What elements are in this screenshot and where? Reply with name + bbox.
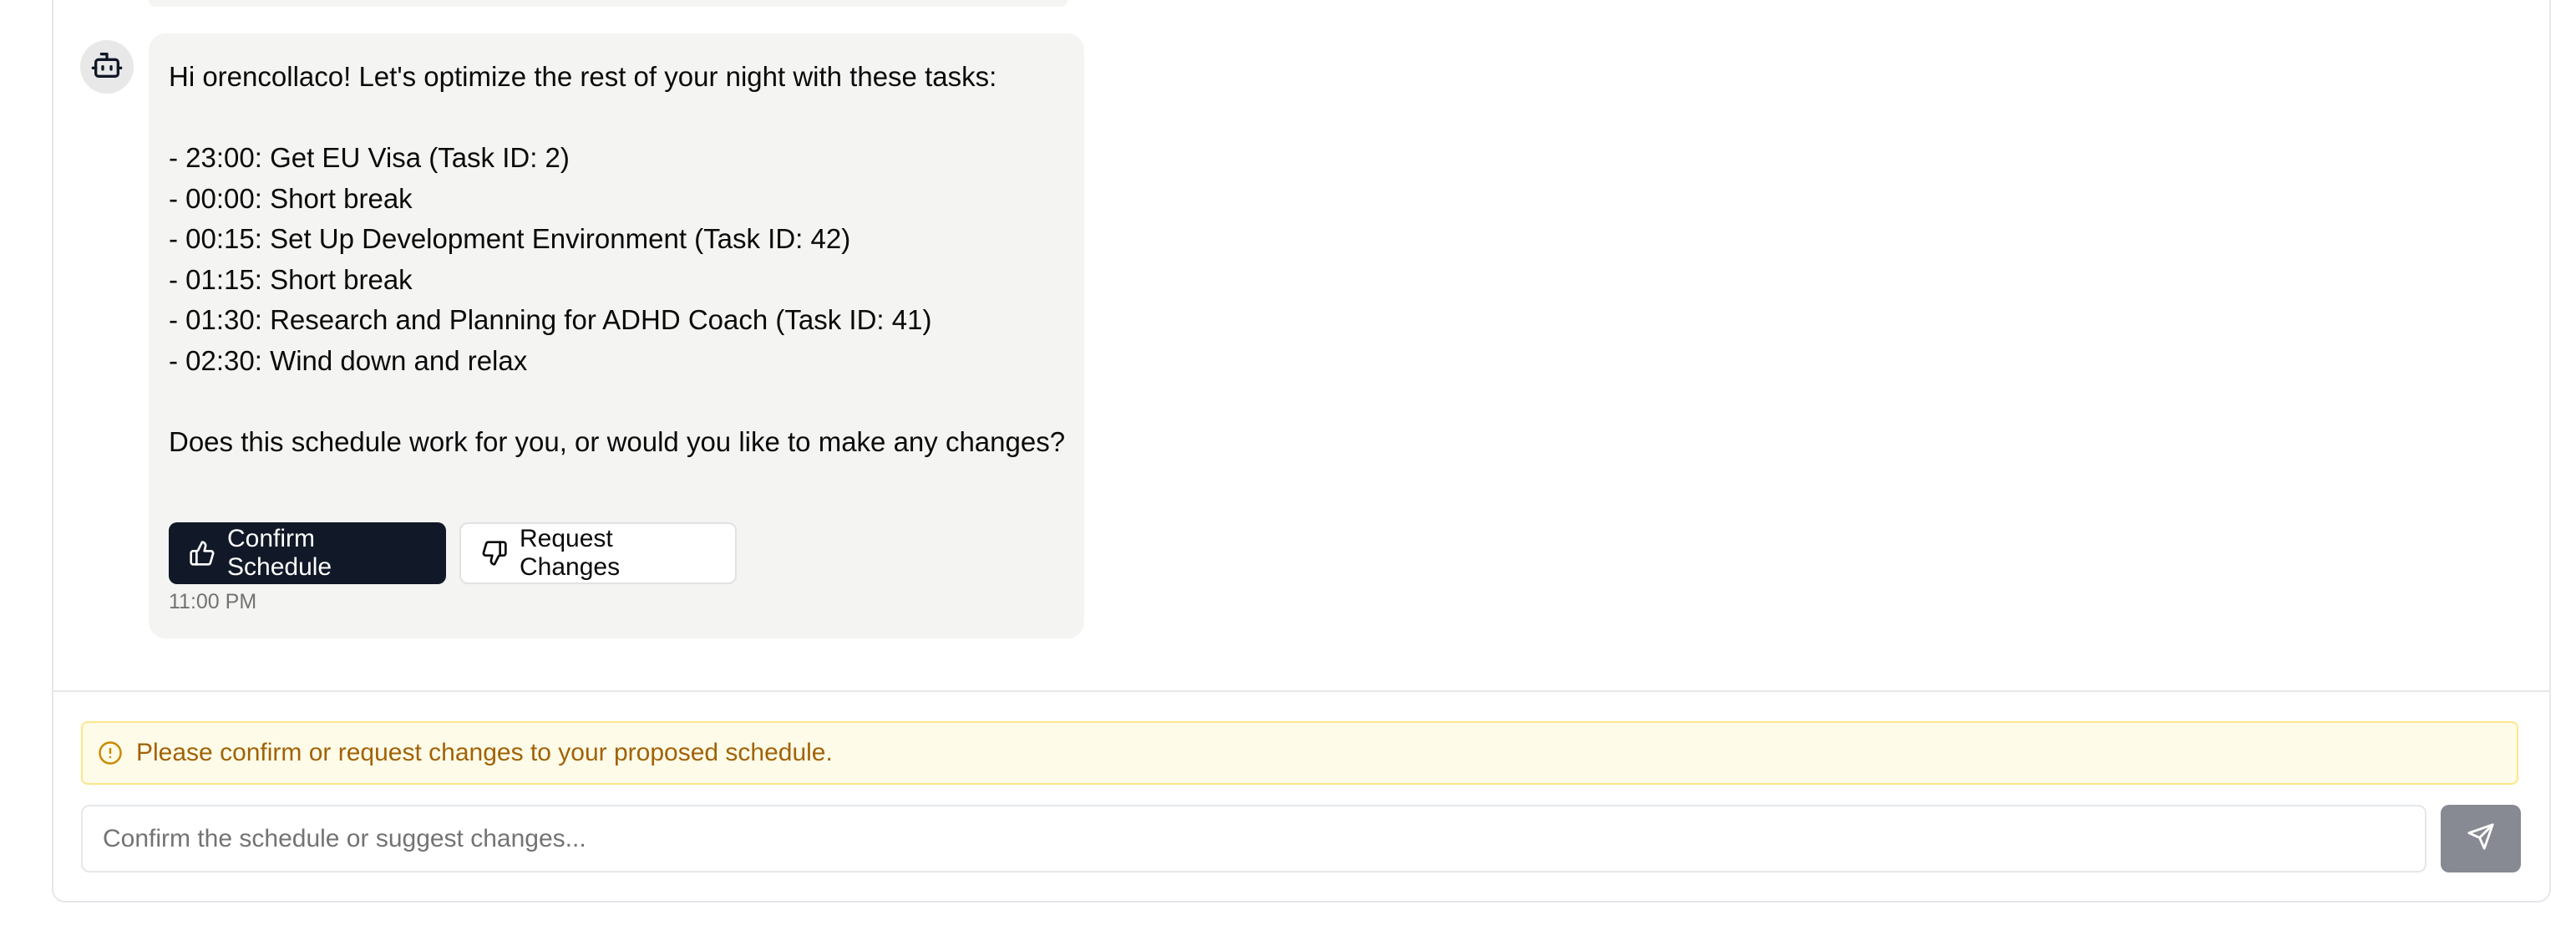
bot-icon bbox=[90, 48, 124, 86]
alert-circle-icon bbox=[98, 740, 123, 766]
confirm-schedule-label: Confirm Schedule bbox=[227, 525, 332, 581]
schedule-item: - 01:30: Research and Planning for ADHD … bbox=[169, 304, 932, 335]
assistant-avatar bbox=[80, 40, 134, 94]
message-input[interactable] bbox=[83, 806, 2425, 871]
assistant-message-bubble: Hi orencollaco! Let's optimize the rest … bbox=[149, 33, 1084, 638]
send-icon bbox=[2467, 822, 2495, 855]
message-actions: Confirm Schedule Request Changes bbox=[169, 522, 737, 584]
message-input-wrapper bbox=[81, 805, 2426, 872]
confirm-schedule-button[interactable]: Confirm Schedule bbox=[169, 522, 446, 584]
message-line-blank bbox=[169, 381, 1064, 422]
schedule-item: - 23:00: Get EU Visa (Task ID: 2) bbox=[169, 142, 570, 173]
schedule-item: - 00:15: Set Up Development Environment … bbox=[169, 223, 851, 254]
schedule-item: - 00:00: Short break bbox=[169, 182, 413, 214]
request-changes-label: Request Changes bbox=[520, 525, 621, 581]
message-text: Hi orencollaco! Let's optimize the rest … bbox=[169, 57, 1066, 462]
message-line: Does this schedule work for you, or woul… bbox=[169, 425, 1066, 457]
previous-message-bubble bbox=[149, 0, 1067, 7]
schedule-item: - 02:30: Wind down and relax bbox=[169, 344, 528, 376]
schedule-alert: Please confirm or request changes to you… bbox=[81, 721, 2518, 785]
thumbs-up-icon bbox=[189, 540, 216, 567]
thumbs-down-icon bbox=[481, 540, 508, 567]
request-changes-button[interactable]: Request Changes bbox=[459, 522, 737, 584]
message-line: Hi orencollaco! Let's optimize the rest … bbox=[169, 61, 997, 92]
schedule-item: - 01:15: Short break bbox=[169, 263, 413, 295]
message-timestamp: 11:00 PM bbox=[169, 590, 257, 613]
send-button[interactable] bbox=[2441, 805, 2521, 872]
message-line-blank bbox=[169, 98, 1064, 139]
alert-text: Please confirm or request changes to you… bbox=[136, 739, 833, 766]
composer-divider bbox=[53, 690, 2549, 692]
